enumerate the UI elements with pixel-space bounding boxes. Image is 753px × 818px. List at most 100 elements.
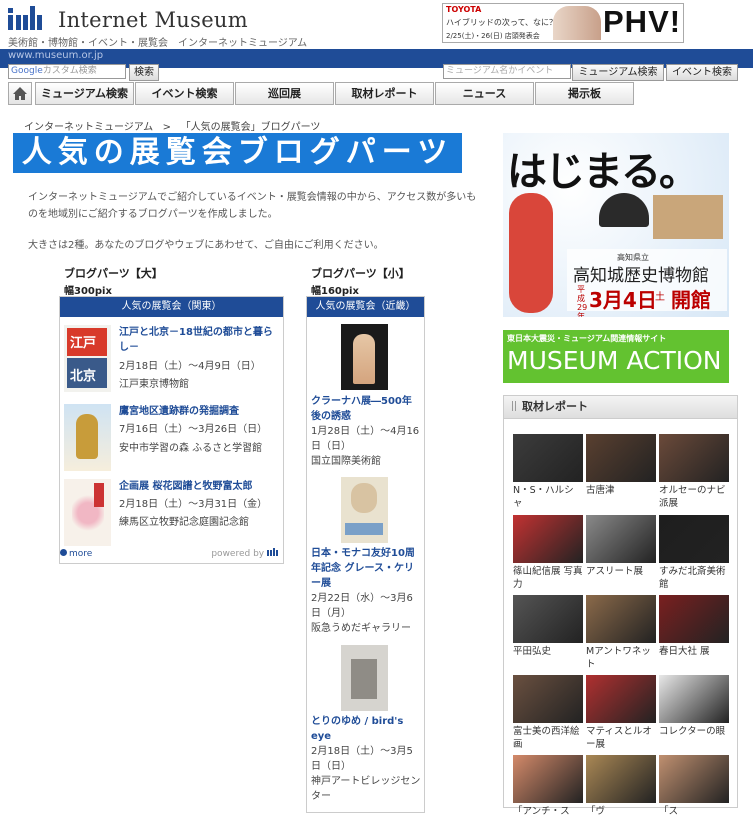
banner-headline: はじまる。 (507, 149, 699, 195)
action-title: MUSEUM ACTION (507, 346, 722, 375)
report-thumbnail[interactable] (659, 675, 729, 723)
item-venue: 安中市学習の森 ふるさと学習館 (119, 443, 263, 454)
report-label[interactable]: 「ス (659, 805, 729, 818)
museum-action-banner[interactable]: 東日本大震災・ミュージアム関連情報サイト MUSEUM ACTION (503, 330, 729, 383)
report-label[interactable]: 春日大社 展 (659, 645, 729, 658)
item-date: 2月22日（水）～3月6日（月） (311, 593, 413, 619)
report-item[interactable]: 「アンチ・ス (513, 755, 583, 818)
site-url: www.museum.or.jp (8, 50, 104, 61)
report-thumbnail[interactable] (586, 595, 656, 643)
museum-search-input[interactable]: ミュージアム名かイベント (443, 64, 571, 79)
search-button[interactable]: 検索 (129, 64, 159, 81)
report-thumbnail[interactable] (659, 595, 729, 643)
report-label[interactable]: 平田弘史 (513, 645, 583, 658)
event-search-button[interactable]: イベント検索 (666, 64, 738, 81)
report-heading: 取材レポート (504, 396, 737, 419)
logo-icon[interactable] (8, 6, 44, 30)
museum-search-button[interactable]: ミュージアム検索 (572, 64, 664, 81)
report-label[interactable]: 古唐津 (586, 484, 656, 497)
nav-news[interactable]: ニュース (435, 82, 534, 105)
report-label[interactable]: アスリート展 (586, 565, 656, 578)
report-item[interactable]: 古唐津 (586, 434, 656, 497)
report-item[interactable]: 富士美の西洋絵画 (513, 675, 583, 751)
report-label[interactable]: マティスとルオー展 (586, 725, 656, 751)
report-label[interactable]: 篠山紀信展 写真力 (513, 565, 583, 591)
report-thumbnail[interactable] (513, 675, 583, 723)
report-item[interactable]: コレクターの眼 (659, 675, 729, 738)
item-title[interactable]: とりのゆめ / bird's eye (311, 714, 421, 744)
report-item[interactable]: Mアントワネット (586, 595, 656, 671)
ad-brand: TOYOTA (446, 5, 482, 14)
thumb-cranach[interactable] (341, 324, 388, 390)
report-label[interactable]: 富士美の西洋絵画 (513, 725, 583, 751)
report-item[interactable]: すみだ北斎美術館 (659, 515, 729, 591)
banner-date: 3月4日 (589, 288, 657, 312)
home-button[interactable] (8, 82, 32, 105)
report-item[interactable]: 平田弘史 (513, 595, 583, 658)
item-title[interactable]: 企画展 桜花図譜と牧野富太郎 (119, 479, 277, 494)
more-link[interactable]: more (60, 549, 92, 559)
large-widget-title: 人気の展覧会（関東） (60, 297, 283, 317)
report-item[interactable]: 「ス (659, 755, 729, 818)
report-item[interactable]: N・S・ハルシャ (513, 434, 583, 510)
report-thumbnail[interactable] (586, 434, 656, 482)
report-item[interactable]: 春日大社 展 (659, 595, 729, 658)
report-panel: 取材レポート N・S・ハルシャ 古唐津 オルセーのナビ派展篠山紀信展 写真力 アスリー… (503, 395, 738, 817)
thumb-sakura[interactable] (64, 479, 111, 546)
nav-event-search[interactable]: イベント検索 (135, 82, 234, 105)
breadcrumb-home[interactable]: インターネットミュージアム (24, 122, 153, 133)
thumb-excavation[interactable] (64, 404, 111, 471)
item-title[interactable]: クラーナハ展―500年後の誘惑 (311, 394, 421, 424)
report-thumbnail[interactable] (513, 434, 583, 482)
powered-by-label: powered by (211, 549, 265, 559)
powered-by[interactable]: powered by (211, 548, 279, 559)
report-label[interactable]: N・S・ハルシャ (513, 484, 583, 510)
nav-museum-search[interactable]: ミュージアム検索 (35, 82, 134, 105)
thumb-birds-eye[interactable] (341, 645, 388, 711)
report-item[interactable]: 篠山紀信展 写真力 (513, 515, 583, 591)
thumb-edo-beijing[interactable]: 江戸 北京 (64, 325, 111, 392)
small-widget: 人気の展覧会（近畿） クラーナハ展―500年後の誘惑 1月28日（土）～4月16… (306, 296, 425, 813)
item-title[interactable]: 鷹宮地区遺跡群の発掘調査 (119, 404, 277, 419)
logo-text[interactable]: Internet Museum (58, 8, 248, 32)
grip-icon (512, 401, 518, 411)
report-heading-label: 取材レポート (522, 400, 588, 413)
report-label[interactable]: オルセーのナビ派展 (659, 484, 729, 510)
report-thumbnail[interactable] (586, 675, 656, 723)
action-subtitle: 東日本大震災・ミュージアム関連情報サイト (507, 334, 667, 343)
thumb-grace-kelly[interactable] (341, 477, 388, 543)
report-item[interactable]: 「ヴ (586, 755, 656, 818)
intro-text: インターネットミュージアムでご紹介しているイベント・展覧会情報の中から、アクセス… (28, 192, 477, 220)
report-thumbnail[interactable] (586, 515, 656, 563)
report-label[interactable]: コレクターの眼 (659, 725, 729, 738)
report-item[interactable]: オルセーのナビ派展 (659, 434, 729, 510)
google-logo: Google (11, 66, 43, 76)
report-label[interactable]: Mアントワネット (586, 645, 656, 671)
report-thumbnail[interactable] (513, 595, 583, 643)
report-label[interactable]: 「アンチ・ス (513, 805, 583, 818)
report-label[interactable]: すみだ北斎美術館 (659, 565, 729, 591)
breadcrumb-current: 「人気の展覧会」ブログパーツ (180, 122, 321, 133)
report-thumbnail[interactable] (513, 755, 583, 803)
report-thumbnail[interactable] (513, 515, 583, 563)
report-thumbnail[interactable] (659, 434, 729, 482)
google-search-input[interactable]: Googleカスタム検索 (8, 64, 126, 79)
item-title[interactable]: 日本・モナコ友好10周年記念 グレース・ケリー展 (311, 546, 421, 591)
item-date: 2月18日（土）～3月31日（金） (119, 499, 268, 510)
small-part-width: 幅160pix (311, 286, 359, 297)
report-thumbnail[interactable] (586, 755, 656, 803)
banner-day: 土 (655, 292, 665, 303)
report-thumbnail[interactable] (659, 755, 729, 803)
report-item[interactable]: マティスとルオー展 (586, 675, 656, 751)
more-label: more (69, 549, 93, 559)
google-placeholder: カスタム検索 (42, 66, 97, 76)
item-title[interactable]: 江戸と北京－18世紀の都市と暮らし－ (119, 325, 277, 355)
nav-touring[interactable]: 巡回展 (235, 82, 334, 105)
report-thumbnail[interactable] (659, 515, 729, 563)
report-label[interactable]: 「ヴ (586, 805, 656, 818)
report-item[interactable]: アスリート展 (586, 515, 656, 578)
nav-report[interactable]: 取材レポート (335, 82, 434, 105)
nav-board[interactable]: 掲示板 (535, 82, 634, 105)
ad-banner[interactable]: TOYOTA ハイブリッドの次って、なに？ 2/25(土)・26(日) 店頭発表… (442, 3, 684, 43)
museum-opening-banner[interactable]: はじまる。 高知県立 高知城歴史博物館 平成29年 3月4日 土 開館 (503, 133, 729, 317)
